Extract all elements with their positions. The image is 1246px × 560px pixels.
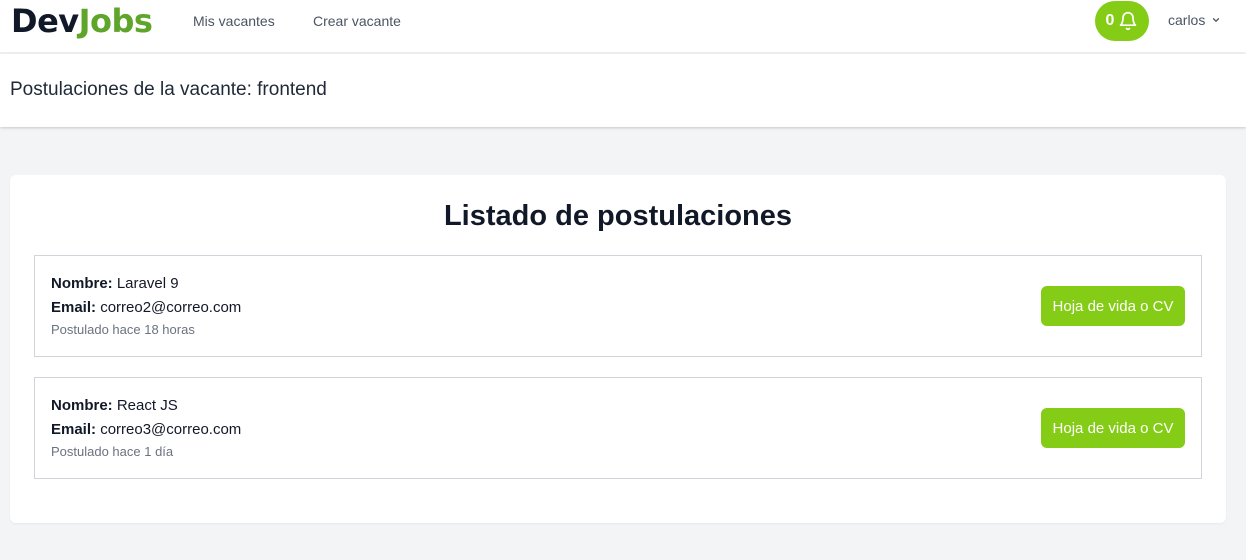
section-heading: Listado de postulaciones	[443, 200, 793, 232]
applicant-email: correo2@correo.com	[100, 299, 242, 316]
posted-time: Postulado hace 18 horas	[51, 322, 195, 337]
name-label: Nombre:	[51, 275, 113, 292]
devjobs-logo[interactable]: DevJobs	[11, 2, 153, 40]
posted-time: Postulado hace 1 día	[51, 444, 174, 459]
nav-link-mis-vacantes[interactable]: Mis vacantes	[193, 13, 275, 30]
applicant-list-item: Nombre: Laravel 9 Email: correo2@correo.…	[34, 255, 1202, 357]
applicant-name-row: Nombre: React JS	[51, 397, 178, 415]
email-label: Email:	[51, 421, 97, 438]
applicant-email: correo3@correo.com	[100, 421, 242, 438]
applicant-email-row: Email: correo2@correo.com	[51, 299, 241, 317]
bell-icon	[1118, 11, 1138, 31]
page-title: Postulaciones de la vacante: frontend	[10, 79, 327, 100]
applicant-name: React JS	[116, 397, 178, 414]
notifications-button[interactable]: 0	[1095, 1, 1149, 41]
applicant-email-row: Email: correo3@correo.com	[51, 421, 241, 439]
cv-button[interactable]: Hoja de vida o CV	[1041, 408, 1185, 448]
notifications-count: 0	[1105, 12, 1115, 29]
applicant-name: Laravel 9	[116, 275, 179, 292]
applicant-name-row: Nombre: Laravel 9	[51, 275, 179, 293]
applications-card: Listado de postulaciones Nombre: Laravel…	[10, 175, 1226, 523]
name-label: Nombre:	[51, 397, 113, 414]
page-header: Postulaciones de la vacante: frontend	[0, 54, 1246, 127]
chevron-down-icon	[1211, 12, 1221, 29]
applicant-list-item: Nombre: React JS Email: correo3@correo.c…	[34, 377, 1202, 479]
logo-text-dev: Dev	[11, 2, 79, 40]
top-navbar: DevJobs Mis vacantes Crear vacante 0 car…	[0, 0, 1246, 53]
nav-link-crear-vacante[interactable]: Crear vacante	[313, 13, 401, 30]
logo-text-jobs: Jobs	[78, 2, 153, 40]
cv-button[interactable]: Hoja de vida o CV	[1041, 286, 1185, 326]
email-label: Email:	[51, 299, 97, 316]
user-menu-trigger[interactable]: carlos	[1168, 12, 1221, 29]
user-name: carlos	[1168, 12, 1206, 28]
